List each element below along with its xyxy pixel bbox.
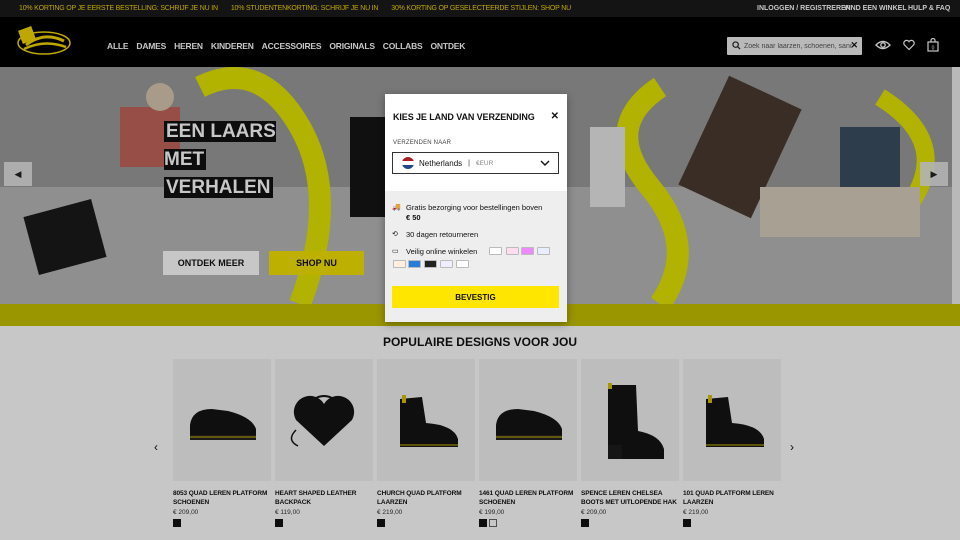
free-shipping-text: Gratis bezorging voor bestellingen boven xyxy=(406,203,543,212)
ship-to-label: VERZENDEN NAAR xyxy=(393,140,452,146)
safe-shopping-row: ▭ Veilig online winkelen xyxy=(392,247,477,256)
applepay-icon xyxy=(489,247,502,255)
close-icon[interactable]: ✕ xyxy=(551,111,559,122)
modal-title: KIES JE LAND VAN VERZENDING xyxy=(393,112,535,122)
visa-icon xyxy=(537,247,550,255)
paypal-icon xyxy=(440,260,453,268)
country-select[interactable]: Netherlands | €EUR xyxy=(392,152,559,174)
country-name: Netherlands xyxy=(419,158,463,168)
truck-icon: 🚚 xyxy=(392,204,401,211)
returns-icon: ⟲ xyxy=(392,231,398,238)
currency-label: €EUR xyxy=(475,159,494,167)
amex-icon xyxy=(408,260,421,268)
separator: | xyxy=(468,159,470,167)
bancontact-icon xyxy=(424,260,437,268)
chevron-down-icon xyxy=(540,160,550,166)
maestro-icon xyxy=(521,247,534,255)
confirm-button[interactable]: BEVESTIG xyxy=(392,286,559,308)
returns-text: 30 dagen retourneren xyxy=(406,230,479,239)
safe-shopping-text: Veilig online winkelen xyxy=(406,247,478,256)
ideal-icon xyxy=(506,247,519,255)
netherlands-flag-icon xyxy=(402,157,414,169)
returns-row: ⟲ 30 dagen retourneren xyxy=(392,230,478,239)
mastercard-icon xyxy=(393,260,406,268)
card-icon: ▭ xyxy=(392,248,399,255)
googlepay-icon xyxy=(456,260,469,268)
free-shipping-amount: € 50 xyxy=(406,213,421,222)
free-shipping-row: 🚚 Gratis bezorging voor bestellingen bov… xyxy=(392,203,542,223)
shipping-country-modal: KIES JE LAND VAN VERZENDING ✕ VERZENDEN … xyxy=(385,94,567,322)
